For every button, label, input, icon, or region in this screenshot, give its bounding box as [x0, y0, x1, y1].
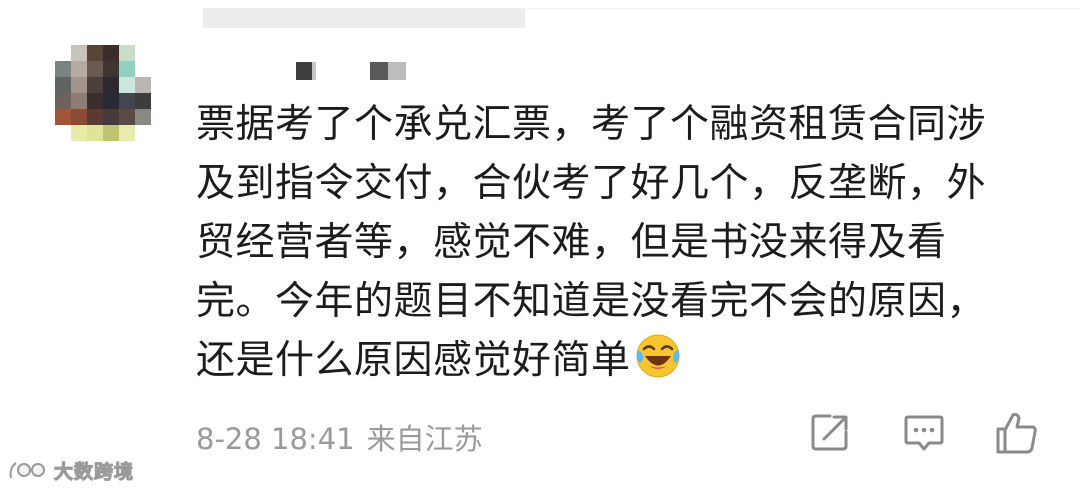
comment-button[interactable] [902, 410, 946, 454]
username-obscured[interactable] [296, 62, 408, 82]
divider [522, 8, 1080, 9]
avatar[interactable] [55, 45, 167, 157]
like-button[interactable] [994, 410, 1040, 456]
comment-line: 完。今年的题目不知道是没看完不会的原因， [196, 279, 987, 324]
thumbs-up-icon [996, 412, 1037, 454]
previous-comment-edge [203, 8, 525, 28]
watermark: 大数跨境 [8, 456, 134, 484]
comment-line: 票据考了个承兑汇票，考了个融资租赁合同涉 [196, 102, 987, 147]
comment-text: 票据考了个承兑汇票，考了个融资租赁合同涉 及到指令交付，合伙考了好几个，反垄断，… [196, 95, 1056, 396]
comment-line-text: 还是什么原因感觉好简单 [196, 338, 631, 383]
share-icon [811, 414, 848, 451]
share-button[interactable] [808, 410, 852, 454]
watermark-text: 大数跨境 [53, 460, 135, 483]
comment-meta: 8-28 18:41 来自江苏 [196, 416, 483, 458]
comment-line: 还是什么原因感觉好简单 [196, 331, 1056, 396]
comment-line: 贸经营者等，感觉不难，但是书没来得及看 [196, 220, 947, 265]
location: 来自江苏 [366, 422, 483, 456]
comment-line: 及到指令交付，合伙考了好几个，反垄断，外 [196, 161, 987, 206]
watermark-logo-icon [9, 462, 45, 479]
comment-icon [904, 415, 944, 451]
laughing-with-tears-emoji-icon [635, 333, 681, 396]
timestamp: 8-28 18:41 [196, 422, 355, 456]
